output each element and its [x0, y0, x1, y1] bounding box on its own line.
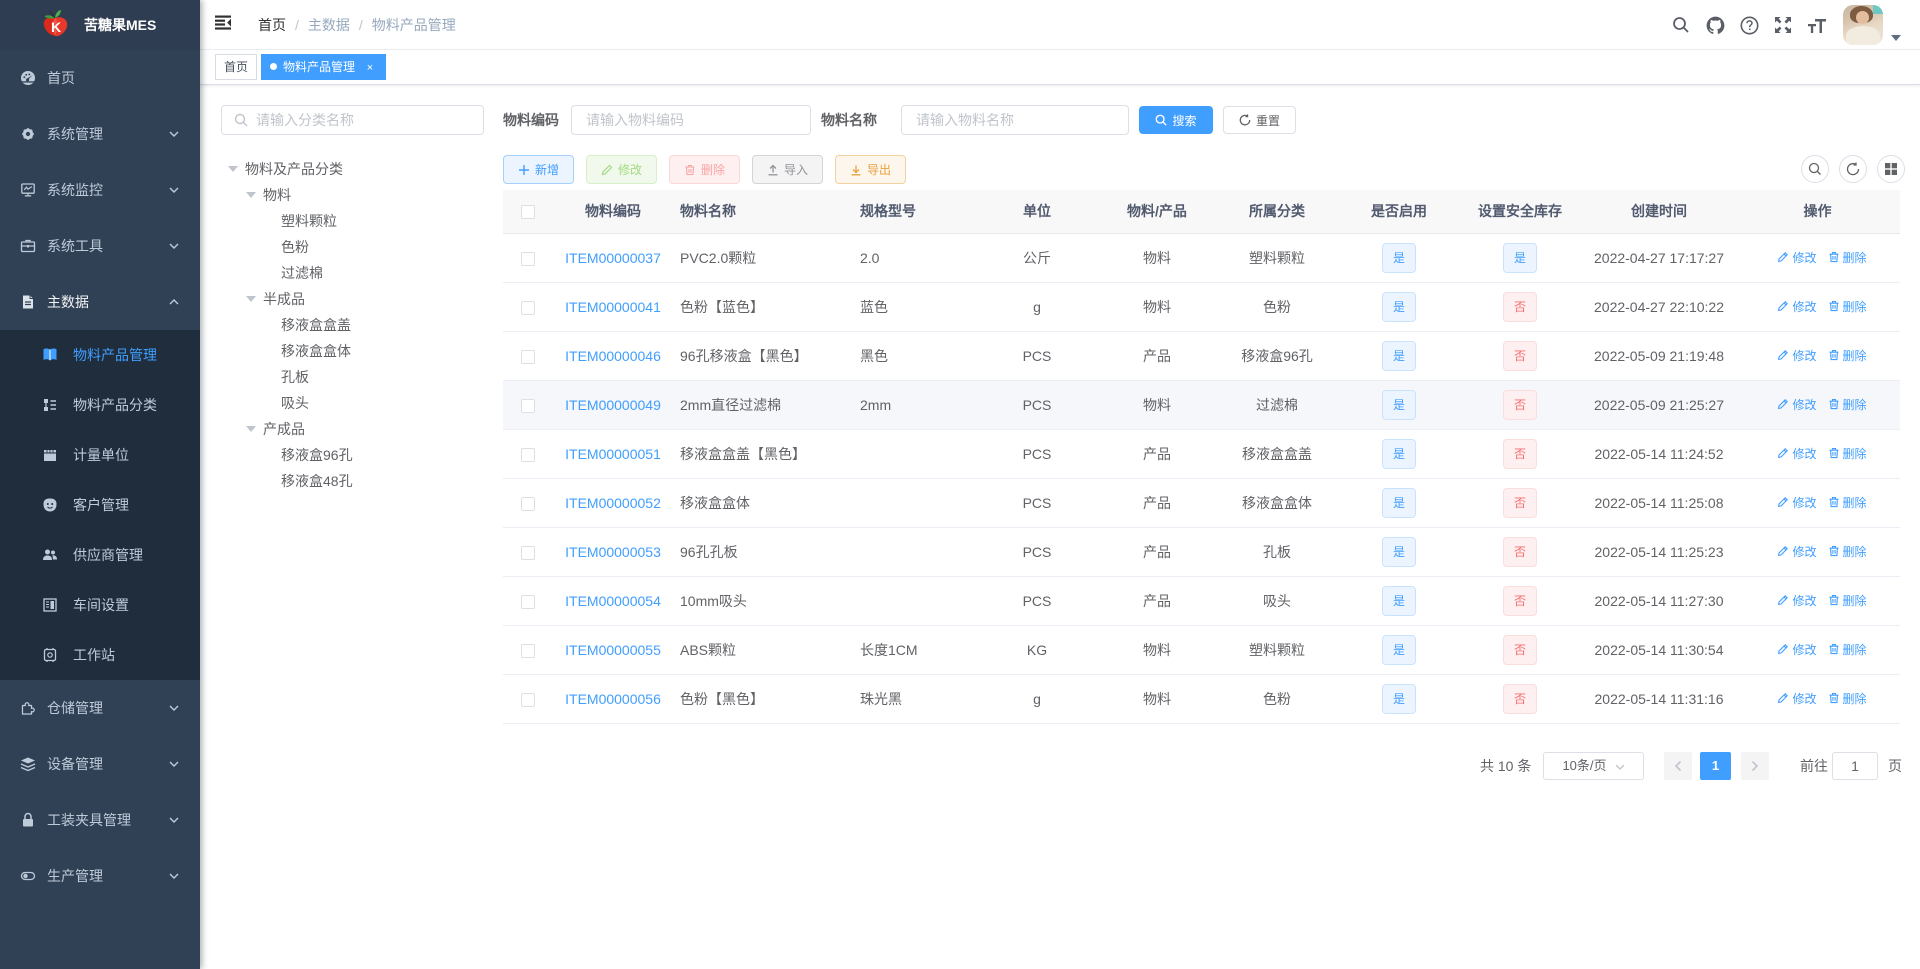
svg-text:K: K: [51, 19, 61, 35]
